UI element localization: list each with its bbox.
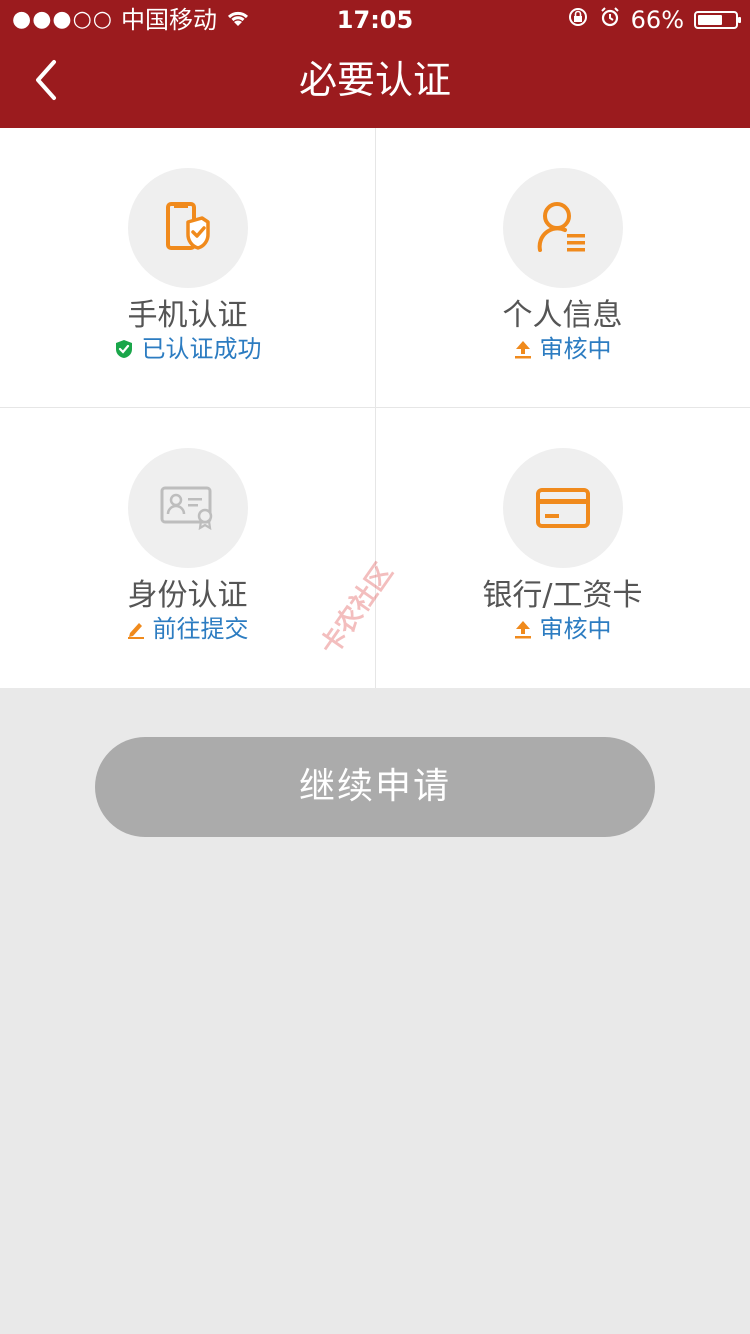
card-status: 审核中 (375, 612, 750, 646)
top-header: ●●●○○ 中国移动 17:05 66% 必要认证 (0, 0, 750, 128)
card-bank-card[interactable]: 银行/工资卡 审核中 (375, 408, 750, 688)
card-status-text: 审核中 (539, 615, 612, 643)
card-status: 审核中 (375, 332, 750, 366)
status-right: 66% (567, 0, 741, 40)
pencil-icon (127, 619, 145, 639)
card-label: 手机认证 (127, 298, 248, 333)
status-bar: ●●●○○ 中国移动 17:05 66% (0, 0, 750, 40)
continue-apply-button[interactable]: 继续申请 (95, 737, 655, 837)
upload-arrow-icon (514, 339, 532, 359)
phone-shield-icon (128, 168, 248, 288)
card-label: 个人信息 (502, 298, 623, 333)
verified-shield-icon (114, 339, 134, 359)
battery-fill (698, 15, 722, 25)
person-list-icon (503, 168, 623, 288)
card-status: 已认证成功 (0, 332, 375, 366)
upload-arrow-icon (514, 619, 532, 639)
alarm-icon (599, 0, 621, 40)
id-card-icon (128, 448, 248, 568)
card-label: 身份认证 (127, 578, 248, 613)
battery-percent: 66% (630, 6, 684, 34)
card-phone-auth[interactable]: 手机认证 已认证成功 (0, 128, 375, 408)
page-title: 必要认证 (298, 58, 451, 102)
battery-icon (694, 11, 741, 29)
card-status-text: 审核中 (539, 335, 612, 363)
rotation-lock-icon (567, 0, 589, 40)
bank-card-icon (503, 448, 623, 568)
card-label: 银行/工资卡 (482, 578, 643, 613)
card-status-text: 已认证成功 (141, 335, 262, 363)
card-personal-info[interactable]: 个人信息 审核中 (375, 128, 750, 408)
card-status-text: 前往提交 (152, 615, 249, 643)
